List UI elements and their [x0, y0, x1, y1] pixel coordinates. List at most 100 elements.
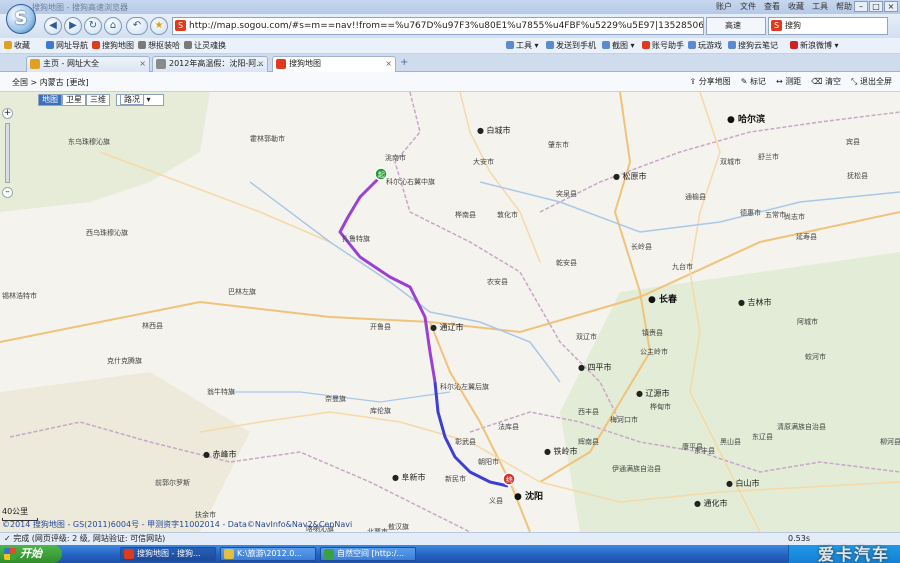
refresh-icon[interactable]: ↻	[84, 17, 102, 35]
city-label[interactable]: 康平县	[682, 442, 703, 452]
city-label[interactable]: 义县	[489, 496, 503, 506]
city-label[interactable]: 霍林郭勒市	[250, 134, 285, 144]
toolbar-weibo[interactable]: 新浪微博 ▾	[790, 40, 839, 51]
zoom-in-button[interactable]: +	[2, 108, 13, 119]
city-label[interactable]: ● 白山市	[726, 478, 760, 489]
address-bar[interactable]: S http://map.sogou.com/#s=m==nav!!from==…	[172, 17, 704, 35]
exit-fullscreen-button[interactable]: ⤡ 退出全屏	[851, 76, 892, 87]
map-type-map[interactable]: 地图	[38, 94, 62, 106]
tab-home[interactable]: 主页 - 网址大全 ×	[26, 56, 150, 72]
taskbar-item-blog[interactable]: 自然空间 [http:/...	[320, 547, 416, 561]
city-label[interactable]: 九台市	[672, 262, 693, 272]
map-type-satellite[interactable]: 卫星	[62, 94, 86, 106]
city-label[interactable]: ● 吉林市	[738, 297, 772, 308]
map-canvas[interactable]: 起 终 地图 卫星 三维 路况 ▾ + – ● 哈尔滨 ● 长春 ● 沈阳 ● 通辽市…	[0, 92, 900, 532]
back-icon[interactable]: ◀	[44, 17, 62, 35]
close-tab-icon[interactable]: ×	[139, 57, 146, 71]
city-label[interactable]: 乾安县	[556, 258, 577, 268]
menu-file[interactable]: 文件	[740, 1, 756, 12]
city-label[interactable]: ● 白城市	[477, 125, 511, 136]
city-label[interactable]: 奈曼旗	[325, 394, 346, 404]
city-label[interactable]: 舒兰市	[758, 152, 779, 162]
city-label[interactable]: 开鲁县	[370, 322, 391, 332]
search-input[interactable]: S 搜狗	[768, 17, 888, 35]
city-label[interactable]: 突泉县	[556, 189, 577, 199]
city-label[interactable]: 科尔沁右翼中旗	[386, 177, 435, 187]
menu-account[interactable]: 账户	[716, 1, 732, 12]
clear-button[interactable]: ⌫ 清空	[811, 76, 841, 87]
bookmark-3[interactable]: 想抠装哈	[138, 40, 180, 51]
city-label[interactable]: 德惠市	[740, 208, 761, 218]
menu-favorites[interactable]: 收藏	[788, 1, 804, 12]
forward-icon[interactable]: ▶	[64, 17, 82, 35]
city-label[interactable]: 科尔沁左翼后旗	[440, 382, 489, 392]
city-label[interactable]: 东乌珠穆沁旗	[68, 137, 110, 147]
city-label[interactable]: 辉南县	[578, 437, 599, 447]
minimize-button[interactable]: –	[854, 1, 868, 12]
city-label[interactable]: 通榆县	[685, 192, 706, 202]
city-label[interactable]: 梅河口市	[610, 415, 638, 425]
city-label[interactable]: ● 四平市	[578, 362, 612, 373]
taskbar-item-folder[interactable]: K:\旅游\2012.0...	[220, 547, 316, 561]
mark-button[interactable]: ✎ 标记	[741, 76, 766, 87]
toolbar-games[interactable]: 玩游戏	[688, 40, 722, 51]
city-label[interactable]: 法库县	[498, 422, 519, 432]
measure-button[interactable]: ↔ 测距	[776, 76, 801, 87]
city-label[interactable]: 黑山县	[720, 437, 741, 447]
city-label[interactable]: 尚志市	[784, 212, 805, 222]
city-label[interactable]: ● 松原市	[613, 171, 647, 182]
city-label[interactable]: ● 哈尔滨	[727, 112, 765, 125]
region-breadcrumb[interactable]: 全国 > 内蒙古 [更改]	[12, 77, 89, 88]
traffic-dropdown[interactable]: 路况 ▾	[116, 94, 164, 106]
city-label[interactable]: ● 铁岭市	[544, 446, 578, 457]
city-label[interactable]: 扎鲁特旗	[342, 234, 370, 244]
city-label[interactable]: ● 赤峰市	[203, 449, 237, 460]
city-label[interactable]: 长岭县	[631, 242, 652, 252]
bookmark-favorites[interactable]: 收藏	[4, 40, 30, 51]
city-label[interactable]: 宾县	[846, 137, 860, 147]
toolbar-account-helper[interactable]: 账号助手	[642, 40, 684, 51]
speed-mode-button[interactable]: 高速	[706, 17, 766, 35]
city-label[interactable]: 锡林浩特市	[2, 291, 37, 301]
city-label[interactable]: 西丰县	[578, 407, 599, 417]
city-label[interactable]: 抚松县	[847, 171, 868, 181]
city-label[interactable]: 东辽县	[752, 432, 773, 442]
maximize-button[interactable]: □	[869, 1, 883, 12]
city-label[interactable]: 克什克腾旗	[107, 356, 142, 366]
menu-view[interactable]: 查看	[764, 1, 780, 12]
city-label[interactable]: 桦南县	[455, 210, 476, 220]
city-label[interactable]: 五常市	[765, 210, 786, 220]
city-label[interactable]: 延寿县	[796, 232, 817, 242]
map-type-3d[interactable]: 三维	[86, 94, 110, 106]
new-tab-icon[interactable]: +	[400, 57, 408, 68]
city-label[interactable]: 洮南市	[385, 153, 406, 163]
close-tab-icon[interactable]: ×	[385, 57, 392, 71]
city-label[interactable]: 林西县	[142, 321, 163, 331]
city-label[interactable]: ● 沈阳	[514, 489, 543, 502]
city-label[interactable]: ● 辽源市	[636, 388, 670, 399]
menu-tools[interactable]: 工具	[812, 1, 828, 12]
city-label[interactable]: 双辽市	[576, 332, 597, 342]
city-label[interactable]: 肇东市	[548, 140, 569, 150]
city-label[interactable]: 敦化市	[497, 210, 518, 220]
favorite-star-icon[interactable]: ★	[150, 17, 168, 35]
toolbar-screenshot[interactable]: 截图 ▾	[602, 40, 635, 51]
undo-close-icon[interactable]: ↶	[126, 17, 148, 35]
city-label[interactable]: 库伦旗	[370, 406, 391, 416]
city-label[interactable]: 巴林左旗	[228, 287, 256, 297]
city-label[interactable]: 前郭尔罗斯	[155, 478, 190, 488]
share-map-button[interactable]: ⇪ 分享地图	[689, 76, 730, 87]
city-label[interactable]: 伊通满族自治县	[612, 464, 661, 474]
city-label[interactable]: 朝阳市	[478, 457, 499, 467]
menu-help[interactable]: 帮助	[836, 1, 852, 12]
close-button[interactable]: ×	[884, 1, 898, 12]
map-copyright[interactable]: ©2014 搜狗地图 - GS(2011)6004号 - 甲测资字1100201…	[2, 519, 352, 530]
city-label[interactable]: 蛟河市	[805, 352, 826, 362]
city-label[interactable]: ● 通辽市	[430, 322, 464, 333]
city-label[interactable]: 清原满族自治县	[777, 422, 826, 432]
tab-sogou-map[interactable]: 搜狗地图 ×	[272, 56, 396, 73]
city-label[interactable]: 阿城市	[797, 317, 818, 327]
city-label[interactable]: 翁牛特旗	[207, 387, 235, 397]
start-button[interactable]: 开始	[0, 545, 62, 563]
home-icon[interactable]: ⌂	[104, 17, 122, 35]
